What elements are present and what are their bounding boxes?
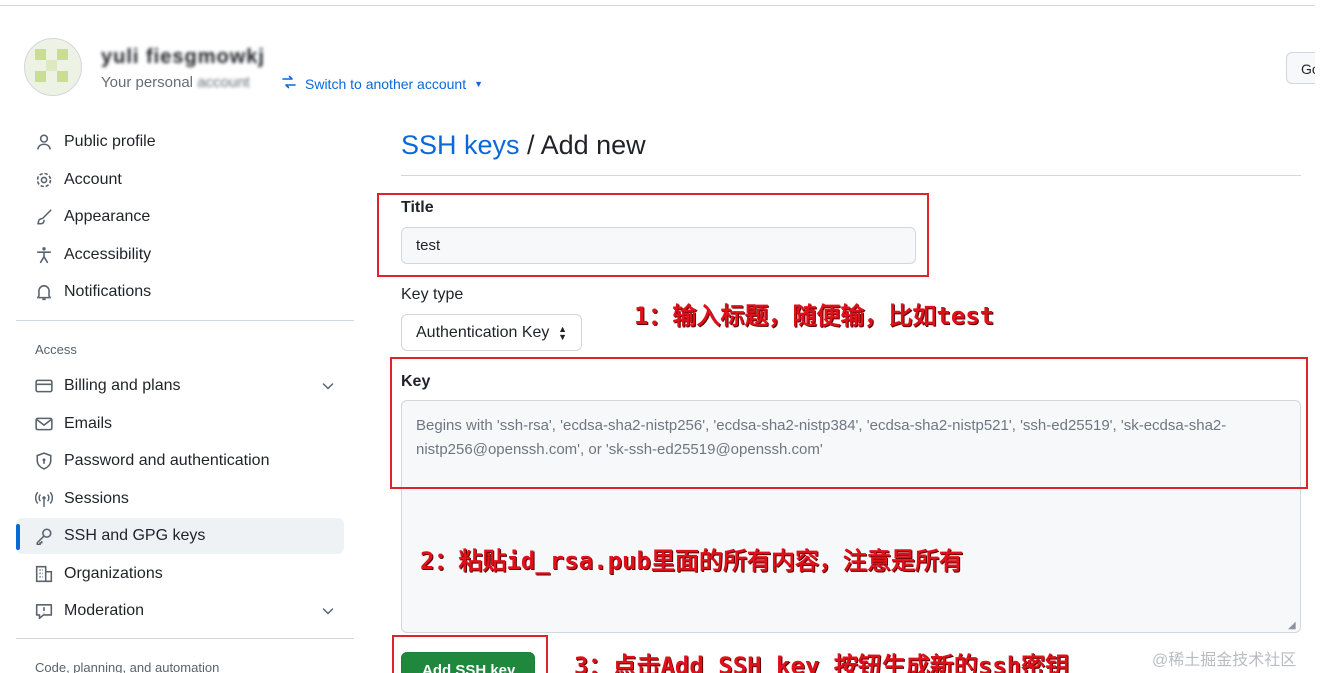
right-edge	[1315, 0, 1320, 673]
switch-account-link[interactable]: Switch to another account ▼	[281, 74, 483, 93]
sidebar-item-password[interactable]: Password and authentication	[16, 443, 344, 479]
broadcast-icon	[34, 489, 54, 509]
report-icon	[34, 601, 54, 621]
annotation-box-title	[377, 193, 929, 277]
breadcrumb-current: Add new	[540, 130, 646, 160]
heading-divider	[401, 175, 1301, 176]
annotation-box-key	[390, 357, 1308, 489]
sidebar-item-account[interactable]: Account	[16, 162, 344, 198]
top-border	[0, 5, 1315, 6]
sidebar-item-billing[interactable]: Billing and plans	[16, 368, 344, 404]
sidebar-divider	[16, 638, 354, 639]
organization-icon	[34, 564, 54, 584]
sidebar-item-sessions[interactable]: Sessions	[16, 481, 344, 517]
bell-icon	[34, 282, 54, 302]
watermark: @稀土掘金技术社区	[1152, 652, 1297, 669]
section-label-automation: Code, planning, and automation	[35, 660, 220, 673]
paintbrush-icon	[34, 207, 54, 227]
sidebar-item-notifications[interactable]: Notifications	[16, 274, 344, 310]
avatar[interactable]	[24, 38, 82, 96]
breadcrumb-ssh-keys-link[interactable]: SSH keys	[401, 130, 520, 160]
sidebar-item-public-profile[interactable]: Public profile	[16, 124, 344, 160]
account-subtitle: Your personal account	[101, 74, 250, 91]
key-type-label: Key type	[401, 286, 464, 303]
account-name: yuli fiesgmowkj	[101, 46, 265, 68]
key-icon	[34, 526, 54, 546]
accessibility-icon	[34, 245, 54, 265]
shield-lock-icon	[34, 451, 54, 471]
annotation-note-3: 3：点击Add SSH key 按钮生成新的ssh密钥	[574, 652, 1070, 673]
sidebar-item-organizations[interactable]: Organizations	[16, 556, 344, 592]
annotation-note-2: 2：粘贴id_rsa.pub里面的所有内容，注意是所有	[420, 547, 963, 575]
chevron-down-icon[interactable]	[320, 378, 336, 399]
resize-grip-icon[interactable]: ◢	[1288, 620, 1298, 631]
select-arrows-icon: ▲ ▼	[558, 323, 567, 342]
sidebar-item-ssh-gpg-keys[interactable]: SSH and GPG keys	[16, 518, 344, 554]
page-title: SSH keys / Add new	[401, 130, 646, 161]
section-label-access: Access	[35, 342, 77, 357]
sidebar-item-moderation[interactable]: Moderation	[16, 593, 344, 629]
sidebar-item-emails[interactable]: Emails	[16, 406, 344, 442]
annotation-box-button	[392, 635, 548, 673]
sidebar-item-accessibility[interactable]: Accessibility	[16, 237, 344, 273]
switch-arrows-icon	[281, 74, 297, 93]
credit-card-icon	[34, 376, 54, 396]
sidebar-divider	[16, 320, 354, 321]
sidebar-item-appearance[interactable]: Appearance	[16, 199, 344, 235]
key-type-select[interactable]: Authentication Key ▲ ▼	[401, 314, 582, 351]
gear-icon	[34, 170, 54, 190]
caret-down-icon: ▼	[474, 78, 484, 89]
annotation-note-1: 1：输入标题，随便输，比如test	[634, 302, 995, 330]
chevron-down-icon[interactable]	[320, 603, 336, 624]
person-icon	[34, 132, 54, 152]
breadcrumb-separator: /	[519, 130, 541, 160]
mail-icon	[34, 414, 54, 434]
